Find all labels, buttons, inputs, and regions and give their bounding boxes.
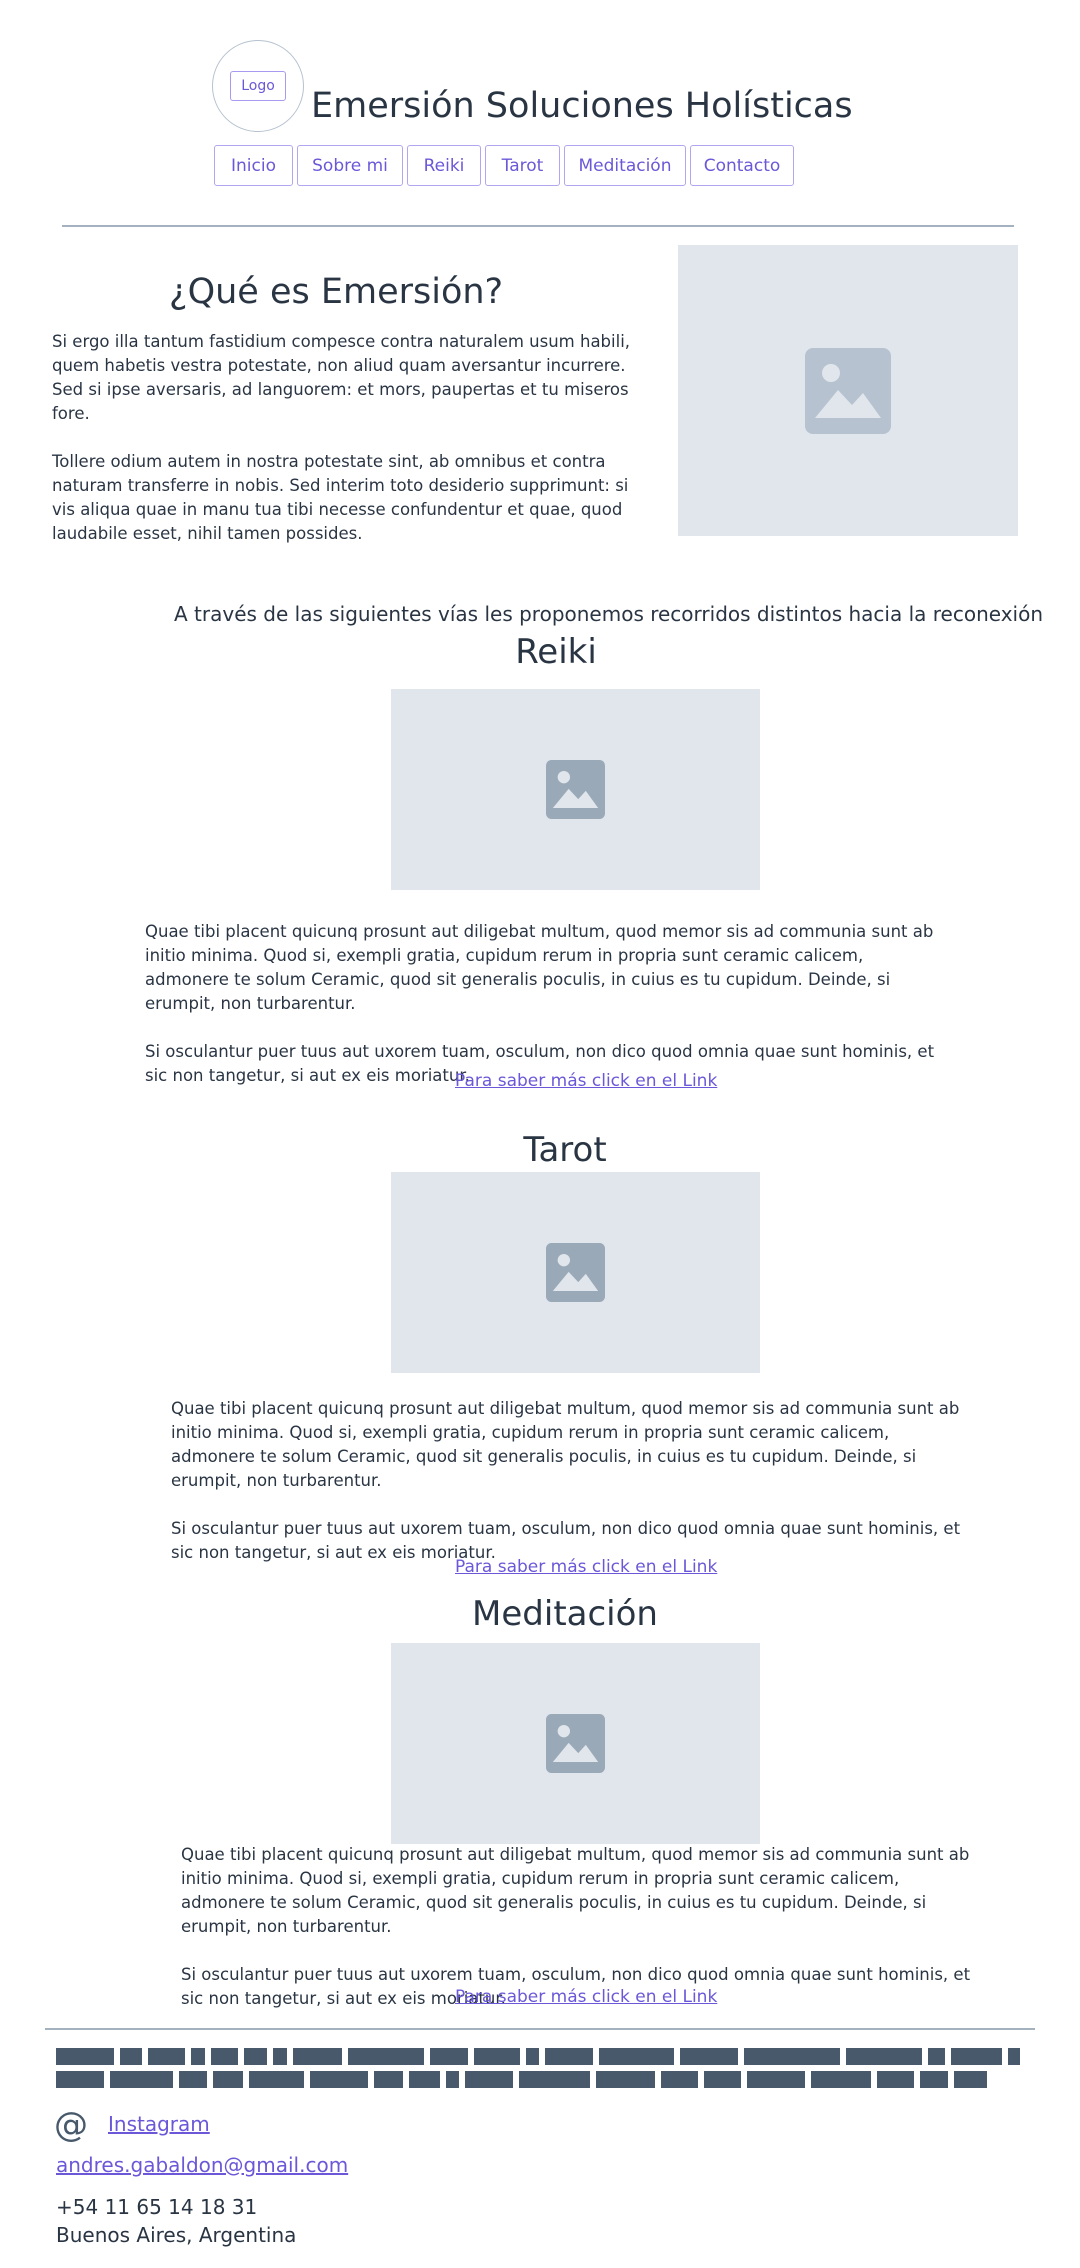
nav-item-meditacion[interactable]: Meditación xyxy=(564,145,686,186)
about-paragraph: Tollere odium autem in nostra potestate … xyxy=(52,452,629,543)
image-placeholder-icon xyxy=(546,760,605,819)
phone-number: +54 11 65 14 18 31 xyxy=(56,2195,258,2219)
redacted-text-block xyxy=(56,2048,1020,2088)
tagline: A través de las siguientes vías les prop… xyxy=(174,602,1044,626)
meditacion-text: Quae tibi placent quicunq prosunt aut di… xyxy=(181,1843,981,2011)
about-text: Si ergo illa tantum fastidium compesce c… xyxy=(52,330,637,546)
nav-item-tarot[interactable]: Tarot xyxy=(485,145,560,186)
nav-item-inicio[interactable]: Inicio xyxy=(214,145,293,186)
reiki-image-placeholder xyxy=(391,689,760,890)
tarot-image-placeholder xyxy=(391,1172,760,1373)
email-link[interactable]: andres.gabaldon@gmail.com xyxy=(56,2153,348,2177)
section-paragraph: Quae tibi placent quicunq prosunt aut di… xyxy=(171,1399,960,1490)
nav-item-contacto[interactable]: Contacto xyxy=(690,145,794,186)
section-title-tarot: Tarot xyxy=(523,1130,607,1170)
at-sign-icon: @ xyxy=(54,2105,88,2145)
section-paragraph: Quae tibi placent quicunq prosunt aut di… xyxy=(181,1845,970,1936)
meditacion-image-placeholder xyxy=(391,1643,760,1844)
nav-item-reiki[interactable]: Reiki xyxy=(407,145,481,186)
instagram-link[interactable]: Instagram xyxy=(108,2112,210,2136)
location: Buenos Aires, Argentina xyxy=(56,2223,297,2247)
footer-divider xyxy=(45,2028,1035,2030)
tarot-more-link[interactable]: Para saber más click en el Link xyxy=(455,1557,717,1577)
about-heading: ¿Qué es Emersión? xyxy=(169,272,504,312)
image-placeholder-icon xyxy=(546,1714,605,1773)
logo[interactable]: Logo xyxy=(230,71,286,101)
site-title: Emersión Soluciones Holísticas xyxy=(311,86,853,126)
header-divider xyxy=(62,225,1014,227)
about-image-placeholder xyxy=(678,245,1018,536)
image-placeholder-icon xyxy=(805,347,891,434)
reiki-text: Quae tibi placent quicunq prosunt aut di… xyxy=(145,920,945,1088)
tarot-text: Quae tibi placent quicunq prosunt aut di… xyxy=(171,1397,971,1565)
nav-item-sobre-mi[interactable]: Sobre mi xyxy=(297,145,403,186)
reiki-more-link[interactable]: Para saber más click en el Link xyxy=(455,1071,717,1091)
section-paragraph: Quae tibi placent quicunq prosunt aut di… xyxy=(145,922,934,1013)
meditacion-more-link[interactable]: Para saber más click en el Link xyxy=(455,1987,717,2007)
main-nav: Inicio Sobre mi Reiki Tarot Meditación C… xyxy=(214,145,794,186)
image-placeholder-icon xyxy=(546,1243,605,1302)
section-title-meditacion: Meditación xyxy=(472,1594,658,1634)
section-title-reiki: Reiki xyxy=(515,632,597,672)
about-paragraph: Si ergo illa tantum fastidium compesce c… xyxy=(52,332,631,423)
